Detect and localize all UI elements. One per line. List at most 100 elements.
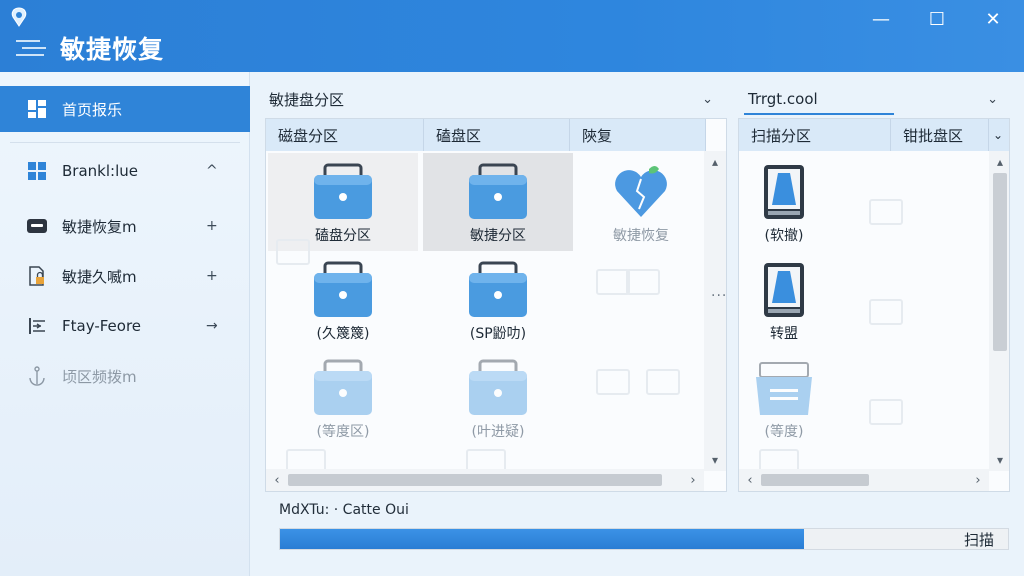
sidebar-item-brankl[interactable]: Brankl:lue ^ (0, 148, 250, 194)
sidebar-item-label: Ftay-Feore (62, 317, 142, 335)
scroll-right-icon[interactable]: › (967, 469, 989, 491)
sidebar-item-label: 首页报乐 (62, 100, 123, 119)
scroll-left-icon[interactable]: ‹ (739, 469, 761, 491)
chevron-down-icon: ⌄ (702, 91, 713, 107)
tile-label: 敏捷分区 (470, 228, 526, 244)
partition-tile[interactable]: 磕盘分区 (268, 153, 418, 251)
column-header[interactable]: 钳批盘区 (891, 119, 989, 151)
partition-drive-icon (314, 163, 372, 219)
scroll-up-icon[interactable]: ▴ (704, 151, 726, 173)
partition-tile[interactable]: 敏捷恢复 (566, 153, 716, 251)
close-button[interactable]: ✕ (970, 4, 1016, 34)
chevron-down-icon: ⌄ (987, 91, 998, 107)
progress-fill (280, 529, 804, 549)
drive-icon (26, 215, 48, 237)
title-bar: 敏捷恢复 — ☐ ✕ (0, 0, 1024, 72)
scrollbar-thumb[interactable] (761, 474, 869, 486)
partition-drive-icon (314, 359, 372, 415)
column-header[interactable]: 陝复 (570, 119, 706, 151)
plus-icon: + (206, 268, 218, 284)
tile-label: (等度区) (316, 424, 370, 440)
tile-label: (叶进疑) (471, 424, 525, 440)
ghost-placeholder (869, 299, 903, 325)
scroll-down-icon[interactable]: ▾ (704, 449, 726, 471)
ghost-placeholder (276, 239, 310, 265)
panel-splitter[interactable]: ··· (711, 288, 727, 304)
partition-tile[interactable]: (SP鼢叻) (423, 251, 573, 349)
scrollbar-thumb[interactable] (993, 173, 1007, 351)
scan-progress-bar (279, 528, 1009, 550)
partition-drive-icon (469, 261, 527, 317)
app-logo-icon (11, 7, 27, 27)
partition-tile[interactable]: (久篾篾) (268, 251, 418, 349)
target-tile[interactable]: 转盟 (739, 251, 829, 349)
target-dropdown[interactable]: Trrgt.cool ⌄ (738, 82, 998, 116)
horizontal-scrollbar[interactable]: ‹ › (266, 469, 704, 491)
target-tile[interactable]: (等度) (739, 349, 829, 447)
ghost-placeholder (596, 369, 630, 395)
ghost-placeholder (596, 269, 630, 295)
tile-label: 磕盘分区 (315, 228, 371, 244)
anchor-icon (26, 365, 48, 387)
column-header[interactable]: 磕盘区 (424, 119, 570, 151)
status-text: MdXTu: · Catte Oui (279, 502, 409, 518)
scroll-up-icon[interactable]: ▴ (989, 151, 1009, 173)
horizontal-scrollbar[interactable]: ‹ › (739, 469, 989, 491)
column-header[interactable]: 磁盘分区 (266, 119, 424, 151)
chevron-up-icon: ^ (206, 163, 218, 179)
target-tile[interactable]: (软撤) (739, 153, 829, 251)
active-underline (744, 113, 894, 115)
partition-panel: 敏捷盘分区 ⌄ 磁盘分区 磕盘区 陝复 磕盘分区 敏捷分区 敏捷恢复 (久篾篾) (265, 82, 727, 492)
sidebar-item-zone-freq[interactable]: 顷区频拨m (0, 353, 250, 399)
sidebar-divider (10, 142, 240, 143)
scrollbar-thumb[interactable] (288, 474, 662, 486)
document-lock-icon (26, 265, 48, 287)
target-panel: Trrgt.cool ⌄ 扫描分区 钳批盘区 ⌄ (软撤) 转盟 (等度) ▴ … (738, 82, 1010, 492)
partition-grid: 磁盘分区 磕盘区 陝复 磕盘分区 敏捷分区 敏捷恢复 (久篾篾) (SP鼢叻) (265, 118, 727, 492)
scroll-left-icon[interactable]: ‹ (266, 469, 288, 491)
target-dropdown-label: Trrgt.cool (748, 90, 818, 108)
column-headers: 磁盘分区 磕盘区 陝复 (266, 119, 706, 151)
partition-tile[interactable]: (等度区) (268, 349, 418, 447)
tile-label: (SP鼢叻) (469, 326, 527, 342)
partition-drive-icon (469, 359, 527, 415)
ghost-placeholder (626, 269, 660, 295)
scroll-down-icon[interactable]: ▾ (989, 449, 1009, 471)
column-headers: 扫描分区 钳批盘区 ⌄ (739, 119, 1009, 151)
grid-icon (26, 160, 48, 182)
partition-dropdown[interactable]: 敏捷盘分区 ⌄ (265, 82, 713, 116)
partition-dropdown-label: 敏捷盘分区 (269, 90, 345, 109)
sidebar-item-quick-lock[interactable]: 敏捷久喴m + (0, 253, 250, 299)
vertical-scrollbar[interactable]: ▴ ▾ (704, 151, 726, 471)
partition-tile[interactable]: (叶进疑) (423, 349, 573, 447)
disk-drive-icon (764, 263, 804, 317)
menu-icon[interactable] (16, 38, 48, 60)
minimize-button[interactable]: — (858, 4, 904, 34)
sidebar: 首页报乐 Brankl:lue ^ 敏捷恢复m + 敏捷久喴m + Ftay-F… (0, 72, 250, 576)
chevron-down-icon[interactable]: ⌄ (989, 119, 1009, 151)
scroll-right-icon[interactable]: › (682, 469, 704, 491)
dashboard-icon (26, 98, 48, 120)
ghost-placeholder (646, 369, 680, 395)
ghost-placeholder (869, 199, 903, 225)
ghost-placeholder (869, 399, 903, 425)
partition-drive-icon (314, 261, 372, 317)
scan-button[interactable]: 扫描 (950, 528, 1008, 550)
plus-icon: + (206, 218, 218, 234)
list-arrow-icon (26, 315, 48, 337)
partition-tile[interactable]: 敏捷分区 (423, 153, 573, 251)
sidebar-item-label: 敏捷恢复m (62, 217, 137, 236)
vertical-scrollbar[interactable]: ▴ ▾ (989, 151, 1009, 471)
sidebar-item-quick-recover[interactable]: 敏捷恢复m + (0, 203, 250, 249)
broken-heart-icon (615, 166, 667, 217)
sidebar-item-label: 敏捷久喴m (62, 267, 137, 286)
arrow-right-icon: → (206, 318, 218, 334)
tile-label: 敏捷恢复 (613, 228, 669, 244)
disk-drive-icon (764, 165, 804, 219)
column-header[interactable]: 扫描分区 (739, 119, 891, 151)
tile-label: 转盟 (770, 326, 798, 342)
maximize-button[interactable]: ☐ (914, 4, 960, 34)
sidebar-item-ftay-feore[interactable]: Ftay-Feore → (0, 303, 250, 349)
target-grid: 扫描分区 钳批盘区 ⌄ (软撤) 转盟 (等度) ▴ ▾ ‹ › (738, 118, 1010, 492)
sidebar-item-home[interactable]: 首页报乐 (0, 86, 250, 132)
